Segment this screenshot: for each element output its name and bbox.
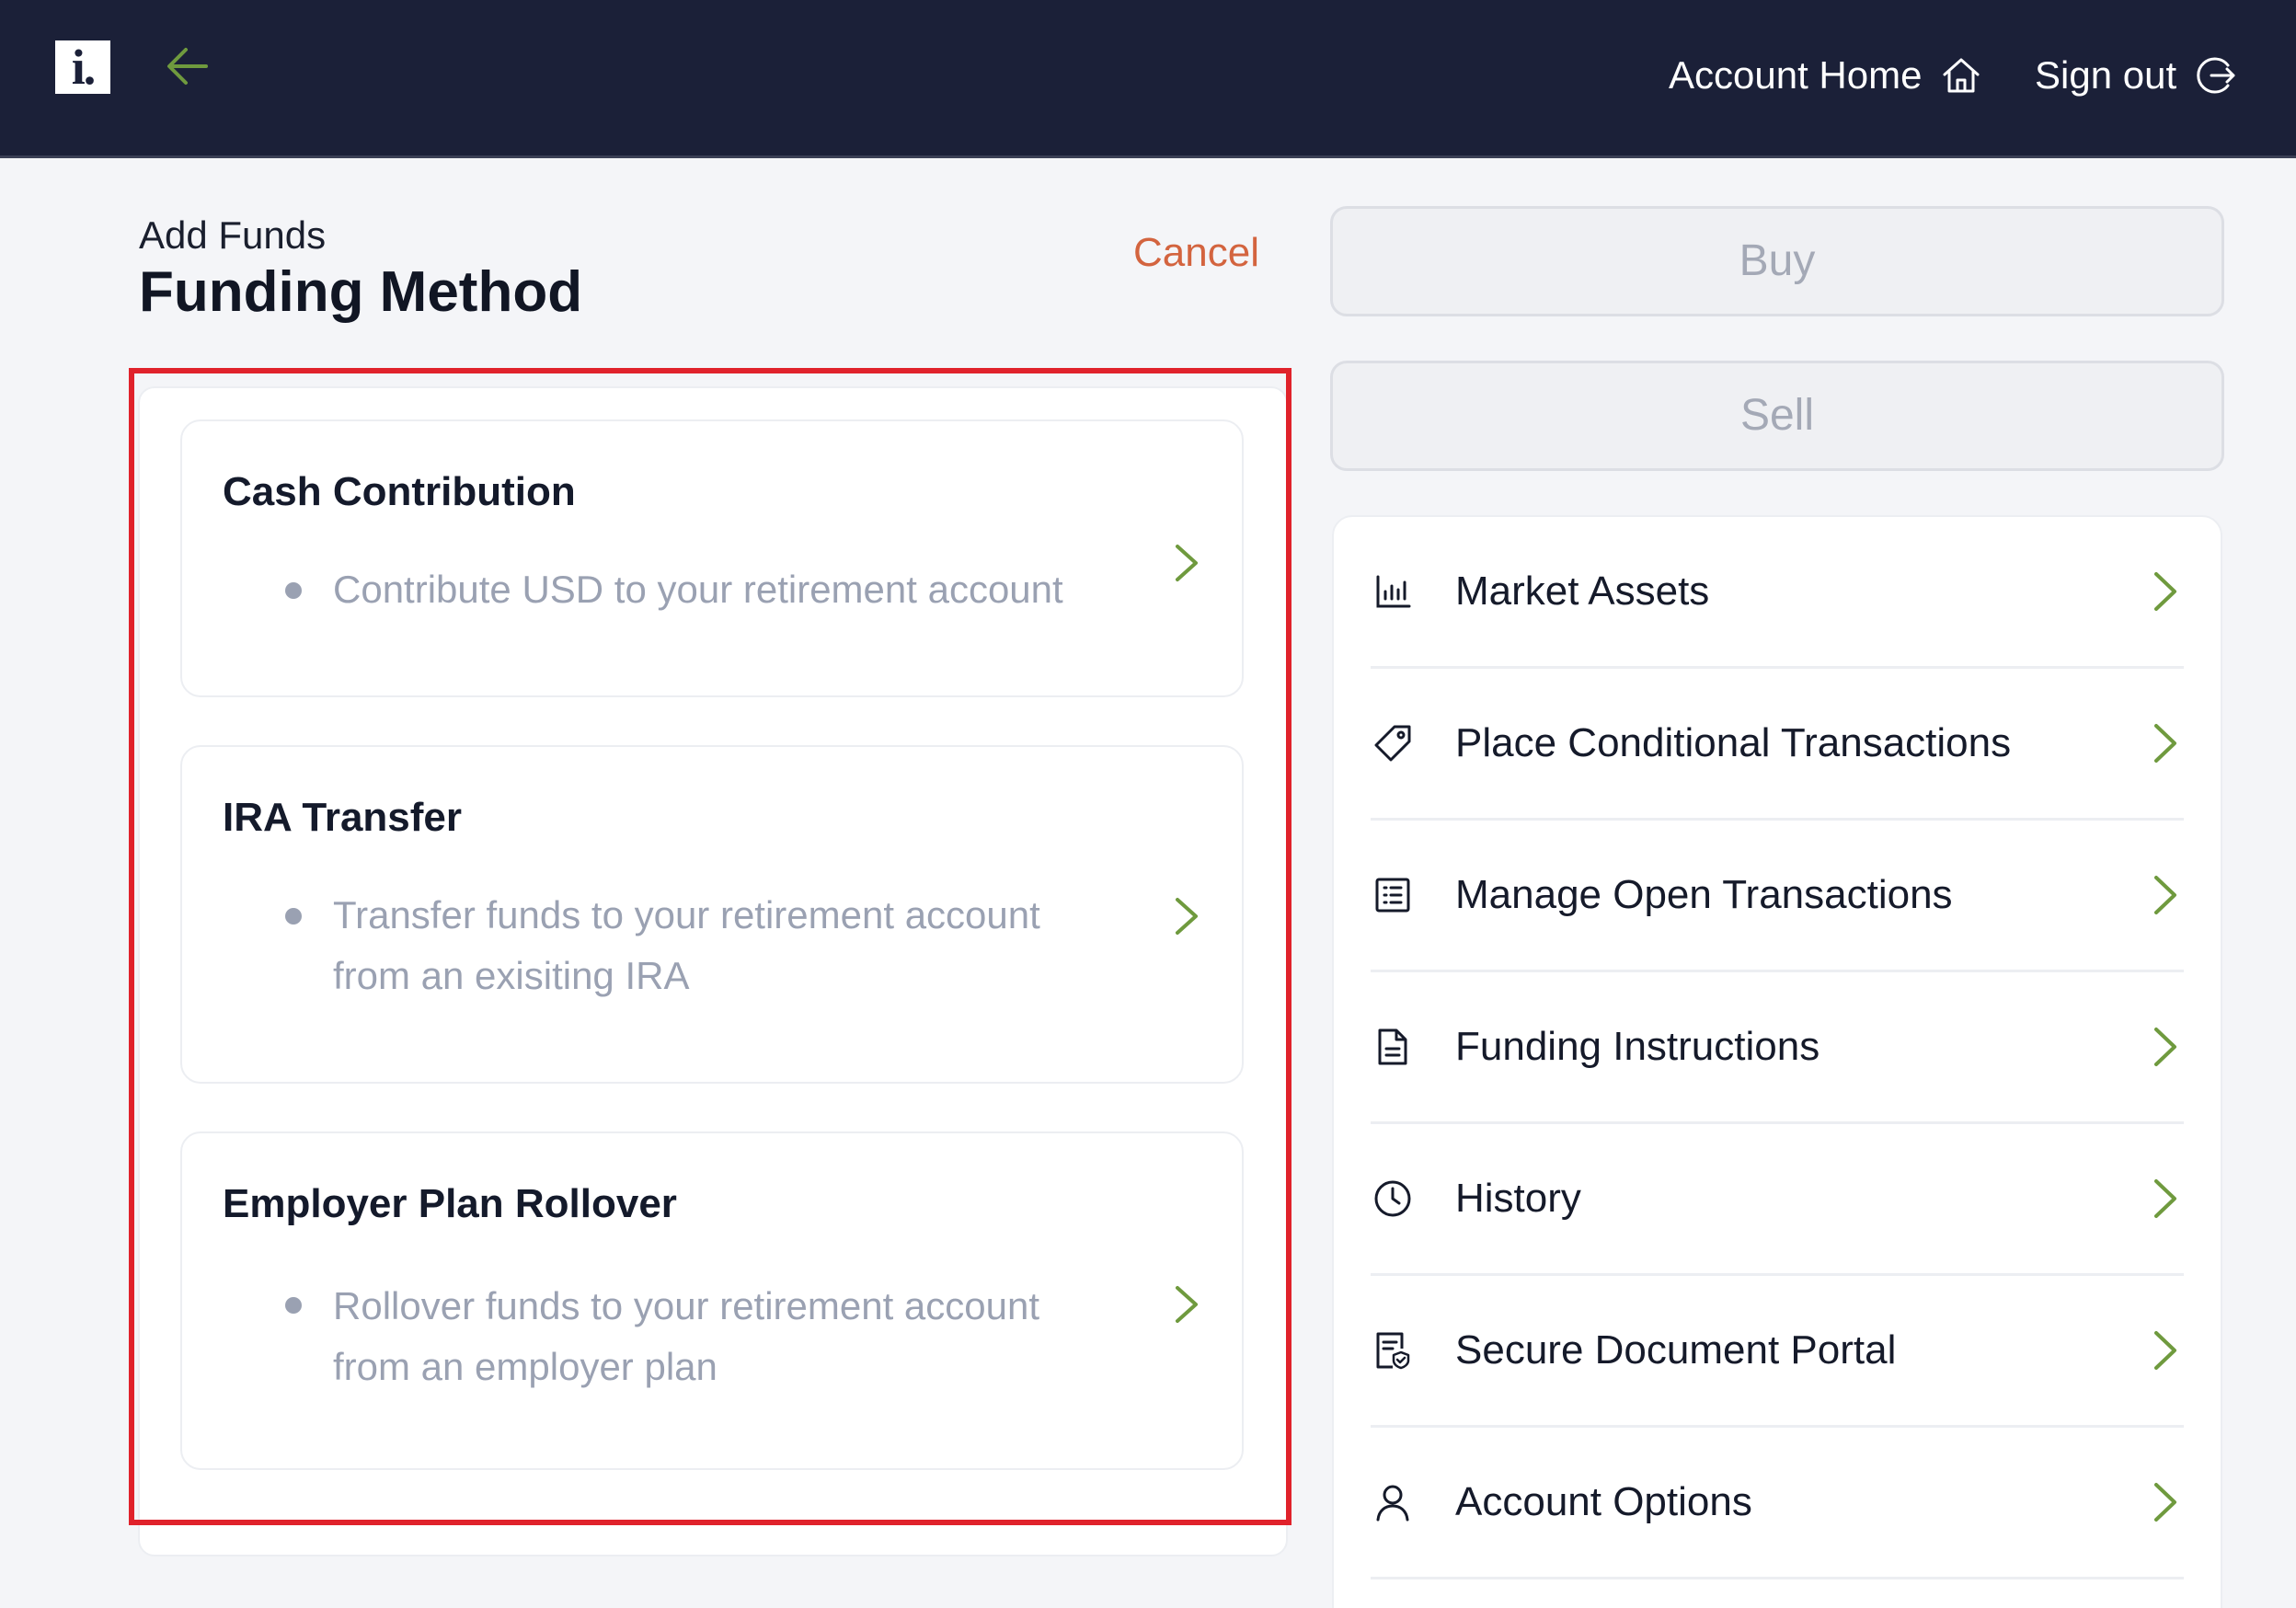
bar-chart-icon [1376,575,1411,608]
menu-item-secure-document-portal[interactable]: Secure Document Portal [1371,1276,2184,1428]
sign-out-link[interactable]: Sign out [2035,48,2237,103]
account-home-label: Account Home [1669,53,1923,97]
logo: i. [55,40,110,94]
page-subtitle: Add Funds [139,213,327,257]
menu-label: Place Conditional Transactions [1455,720,2012,765]
clock-icon [1374,1180,1411,1217]
account-home-link[interactable]: Account Home [1669,48,1982,103]
document-icon [1378,1028,1407,1065]
buy-button[interactable]: Buy [1330,206,2224,316]
menu-item-place-conditional-transactions[interactable]: Place Conditional Transactions [1371,669,2184,821]
secure-document-icon [1376,1332,1410,1370]
menu-label: Account Options [1455,1479,1752,1524]
menu-item-account-options[interactable]: Account Options [1371,1428,2184,1579]
menu-label: Secure Document Portal [1455,1327,1897,1373]
sign-out-icon [2197,57,2235,94]
chevron-right-icon [2154,724,2176,763]
sell-button[interactable]: Sell [1330,361,2224,471]
chevron-right-icon [2154,876,2176,914]
chevron-right-icon [2154,1483,2176,1522]
home-icon [1943,58,1980,93]
tag-icon [1374,725,1411,762]
chevron-right-icon [2154,1331,2176,1370]
selection-highlight [129,368,1292,1525]
list-icon [1375,878,1410,913]
chevron-right-icon [2154,572,2176,611]
sign-out-label: Sign out [2035,53,2177,97]
menu-item-history[interactable]: History [1371,1124,2184,1276]
page-title: Funding Method [139,260,583,324]
menu-label: History [1455,1176,1581,1221]
menu-label: Manage Open Transactions [1455,872,1953,917]
menu-item-funding-instructions[interactable]: Funding Instructions [1371,972,2184,1124]
chevron-right-icon [2154,1028,2176,1066]
menu-item-market-assets[interactable]: Market Assets [1371,517,2184,669]
top-navigation-bar: i. Account Home Sign out [0,0,2296,158]
cancel-button[interactable]: Cancel [1133,230,1259,276]
back-arrow-icon[interactable] [162,40,213,92]
chevron-right-icon [2154,1179,2176,1218]
user-icon [1376,1485,1409,1522]
menu-label: Funding Instructions [1455,1024,1820,1069]
menu-item-manage-open-transactions[interactable]: Manage Open Transactions [1371,821,2184,972]
menu-label: Market Assets [1455,569,1710,614]
